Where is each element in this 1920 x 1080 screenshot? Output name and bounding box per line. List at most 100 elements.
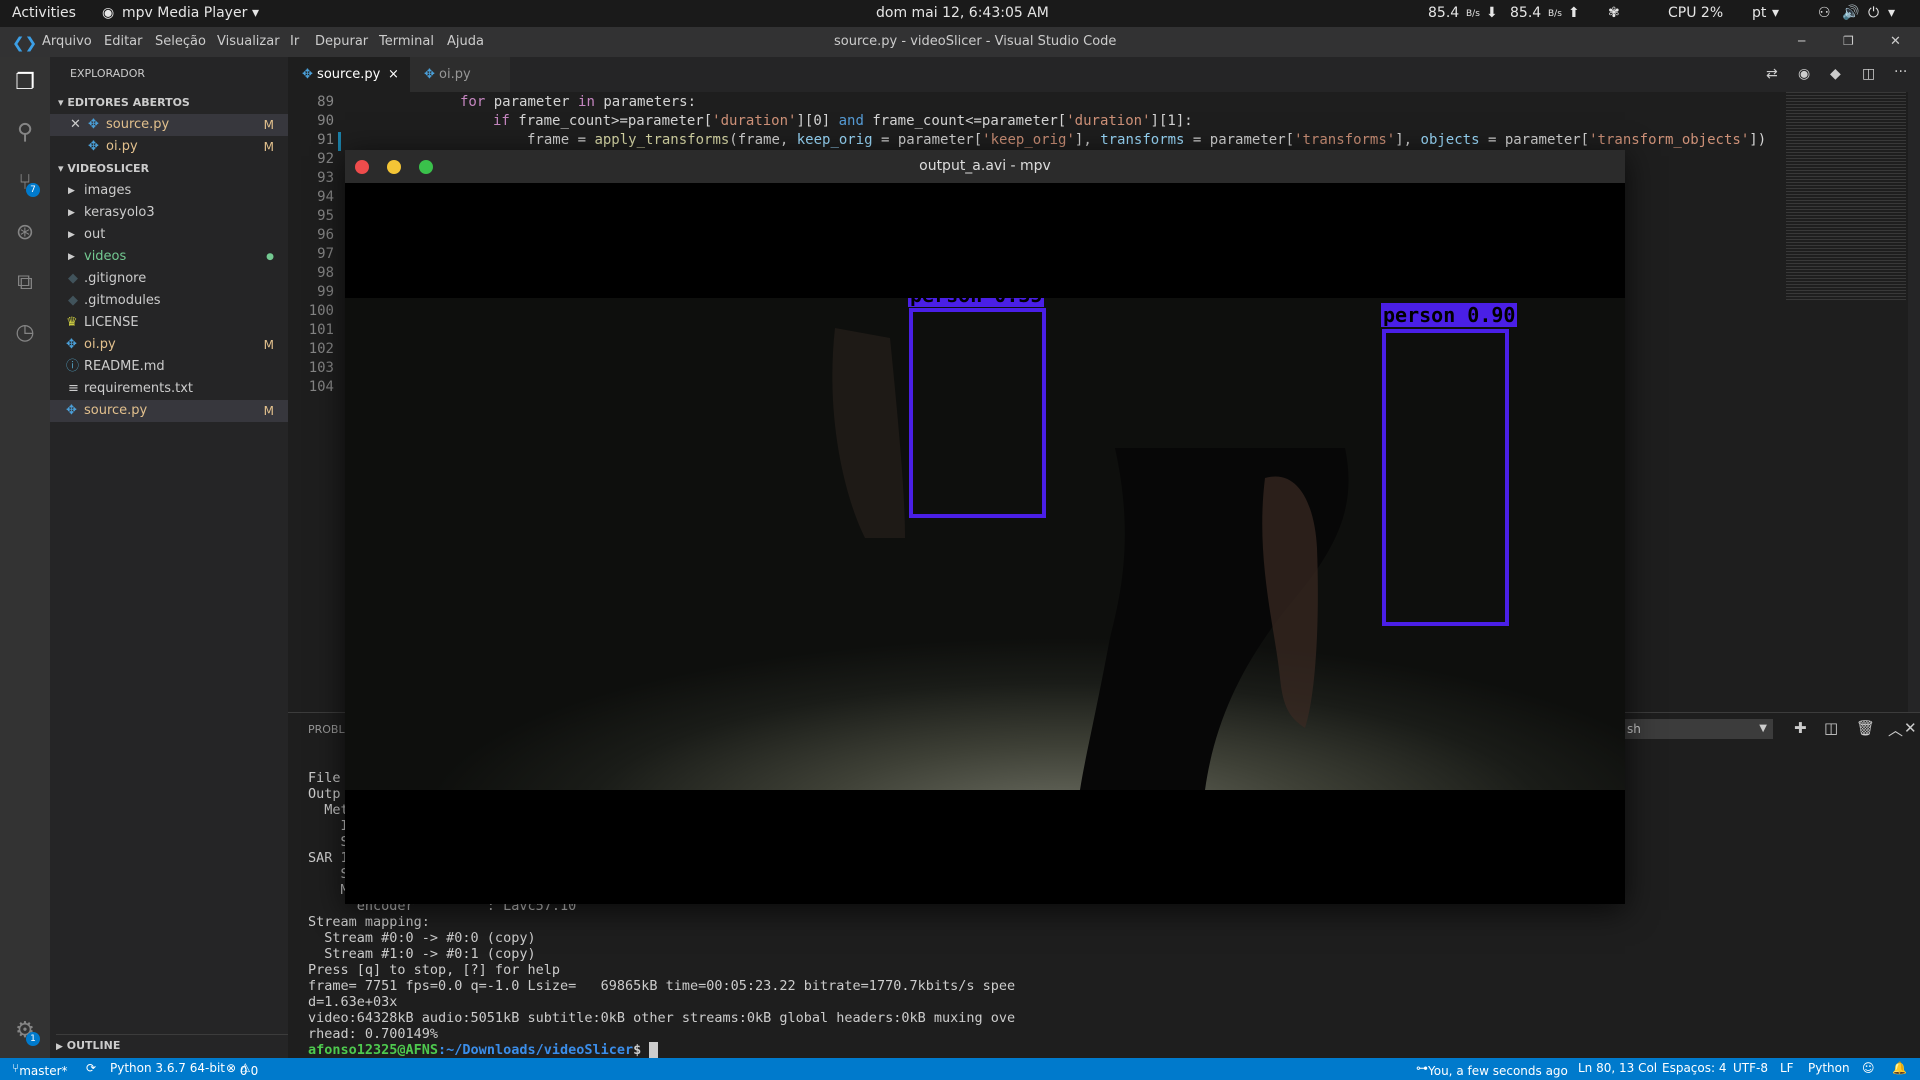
menu-selecao[interactable]: Seleção	[155, 34, 206, 49]
source-control-badge: 7	[26, 183, 40, 197]
trash-icon[interactable]: 🗑	[1856, 719, 1875, 737]
split-terminal-icon[interactable]: ◫	[1824, 719, 1838, 737]
open-editor-label: source.py	[106, 117, 170, 132]
modified-line-gutter	[338, 132, 341, 151]
bell-icon[interactable]: 🔔	[1892, 1061, 1907, 1075]
tab-problems[interactable]: PROBL	[308, 723, 345, 736]
tree-file-readme[interactable]: ⓘ README.md	[50, 356, 288, 378]
cpu-indicator[interactable]: CPU 2%	[1668, 5, 1723, 21]
tree-folder-images[interactable]: ▶ images	[50, 180, 288, 202]
terminal-line: Stream #0:0 -> #0:0 (copy)	[308, 930, 536, 946]
tree-file-requirements[interactable]: ≡ requirements.txt	[50, 378, 288, 400]
minimize-icon[interactable]: ─	[1798, 34, 1805, 48]
extensions-icon[interactable]: ⧉	[11, 269, 39, 297]
network-icon[interactable]: ⚇	[1818, 5, 1831, 21]
tree-label: videos	[84, 249, 127, 264]
tree-file-source[interactable]: ✥ source.py M	[50, 400, 288, 422]
open-editor-source[interactable]: ✕ ✥ source.py M	[50, 114, 288, 136]
terminal-select[interactable]: sh ▼	[1623, 719, 1773, 739]
tree-file-license[interactable]: ♛ LICENSE	[50, 312, 288, 334]
menu-terminal[interactable]: Terminal	[379, 34, 434, 49]
menu-visualizar[interactable]: Visualizar	[217, 34, 280, 49]
tree-folder-kerasyolo3[interactable]: ▶ kerasyolo3	[50, 202, 288, 224]
problems-indicator[interactable]: ⊗ 0 ⚠ 0	[226, 1061, 258, 1078]
close-icon[interactable]: ✕	[70, 114, 81, 136]
search-icon[interactable]: ⚲	[11, 119, 39, 147]
split-editor-icon[interactable]: ◫	[1862, 66, 1875, 82]
menu-editar[interactable]: Editar	[104, 34, 143, 49]
plus-icon[interactable]: ✚	[1794, 719, 1807, 737]
feedback-icon[interactable]: ☺	[1862, 1061, 1875, 1075]
mpv-window[interactable]: output_a.avi - mpv person 0.35 person 0.…	[345, 150, 1625, 904]
preview-icon[interactable]: ◉	[1798, 66, 1810, 82]
power-icon[interactable]: ⏻	[1868, 5, 1879, 21]
tree-label: .gitmodules	[84, 293, 161, 308]
chevron-up-icon[interactable]: ︿	[1888, 719, 1903, 740]
app-menu-button[interactable]: mpv Media Player	[122, 5, 247, 21]
open-changes-icon[interactable]: ⇄	[1766, 66, 1778, 82]
terminal-line: video:64328kB audio:5051kB subtitle:0kB …	[308, 1010, 1016, 1026]
close-icon[interactable]: ×	[388, 57, 399, 92]
system-top-bar: Activities ◉ mpv Media Player ▾ dom mai …	[0, 0, 1920, 27]
timeline-icon[interactable]: ◷	[11, 319, 39, 347]
indentation[interactable]: Espaços: 4	[1662, 1061, 1727, 1075]
open-editors-header[interactable]: ▾ EDITORES ABERTOS	[58, 92, 296, 114]
menu-ir[interactable]: Ir	[290, 34, 299, 49]
indicator-icon[interactable]: ✾	[1608, 5, 1620, 21]
tree-file-gitignore[interactable]: ◆ .gitignore	[50, 268, 288, 290]
python-interpreter[interactable]: Python 3.6.7 64-bit	[110, 1061, 225, 1075]
mpv-window-title: output_a.avi - mpv	[919, 158, 1051, 174]
line-number: 90	[317, 113, 334, 129]
terminal-prompt[interactable]: afonso12325@AFNS:~/Downloads/videoSlicer…	[308, 1042, 658, 1058]
language-mode[interactable]: Python	[1808, 1061, 1850, 1075]
mpv-title-bar[interactable]: output_a.avi - mpv	[345, 150, 1625, 183]
debug-icon[interactable]: ⊛	[11, 219, 39, 247]
close-icon[interactable]: ✕	[1904, 719, 1917, 737]
restore-icon[interactable]: ❐	[1843, 34, 1854, 48]
tree-file-oi[interactable]: ✥ oi.py M	[50, 334, 288, 356]
minimap[interactable]	[1786, 92, 1906, 302]
maximize-button[interactable]	[419, 160, 433, 174]
git-compare-icon[interactable]: ◆	[1830, 66, 1841, 82]
tree-folder-videos[interactable]: ▶ videos ●	[50, 246, 288, 268]
modified-badge: M	[263, 140, 274, 154]
open-editor-oi[interactable]: ✥ oi.py M	[50, 136, 288, 158]
line-number: 96	[317, 227, 334, 243]
tree-file-gitmodules[interactable]: ◆ .gitmodules	[50, 290, 288, 312]
branch-indicator[interactable]: ⑂ master*	[12, 1061, 68, 1078]
encoding[interactable]: UTF-8	[1733, 1061, 1768, 1075]
tree-folder-out[interactable]: ▶ out	[50, 224, 288, 246]
line-number: 94	[317, 189, 334, 205]
clock[interactable]: dom mai 12, 6:43:05 AM	[876, 5, 1049, 21]
window-title: source.py - videoSlicer - Visual Studio …	[834, 34, 1117, 49]
tree-label: README.md	[84, 359, 165, 374]
cursor-position[interactable]: Ln 80, 13 Col	[1578, 1061, 1657, 1075]
project-header[interactable]: ▾ VIDEOSLICER	[58, 158, 296, 180]
tab-oi[interactable]: ✥ oi.py	[410, 57, 510, 92]
line-number: 101	[308, 322, 334, 338]
minimize-button[interactable]	[387, 160, 401, 174]
close-button[interactable]	[355, 160, 369, 174]
terminal-line: Stream #1:0 -> #0:1 (copy)	[308, 946, 536, 962]
vscode-logo-icon: ❮❯	[12, 34, 38, 52]
more-actions-icon[interactable]: ···	[1894, 64, 1907, 80]
activity-bar: ❐ ⚲ ⑂ 7 ⊛ ⧉ ◷ ⚙ 1	[0, 57, 50, 1058]
license-icon: ♛	[66, 315, 78, 330]
sync-icon[interactable]: ⟳	[86, 1061, 96, 1075]
video-frame[interactable]: person 0.35 person 0.90	[345, 298, 1625, 790]
tab-source[interactable]: ✥ source.py ×	[288, 57, 410, 92]
person-legs-right	[1262, 476, 1318, 728]
files-icon[interactable]: ❐	[11, 69, 39, 97]
menu-depurar[interactable]: Depurar	[315, 34, 368, 49]
keyboard-layout[interactable]: pt	[1752, 5, 1766, 21]
volume-icon[interactable]: 🔊	[1842, 5, 1859, 21]
tree-label: LICENSE	[84, 315, 139, 330]
outline-header[interactable]: ▶ OUTLINE	[56, 1034, 294, 1056]
menu-arquivo[interactable]: Arquivo	[42, 34, 92, 49]
activities-button[interactable]: Activities	[12, 5, 76, 21]
scrollbar[interactable]	[1908, 92, 1920, 712]
end-of-line[interactable]: LF	[1780, 1061, 1794, 1075]
git-blame[interactable]: ⊶ You, a few seconds ago	[1416, 1061, 1568, 1078]
menu-ajuda[interactable]: Ajuda	[447, 34, 484, 49]
close-icon[interactable]: ✕	[1890, 34, 1901, 49]
